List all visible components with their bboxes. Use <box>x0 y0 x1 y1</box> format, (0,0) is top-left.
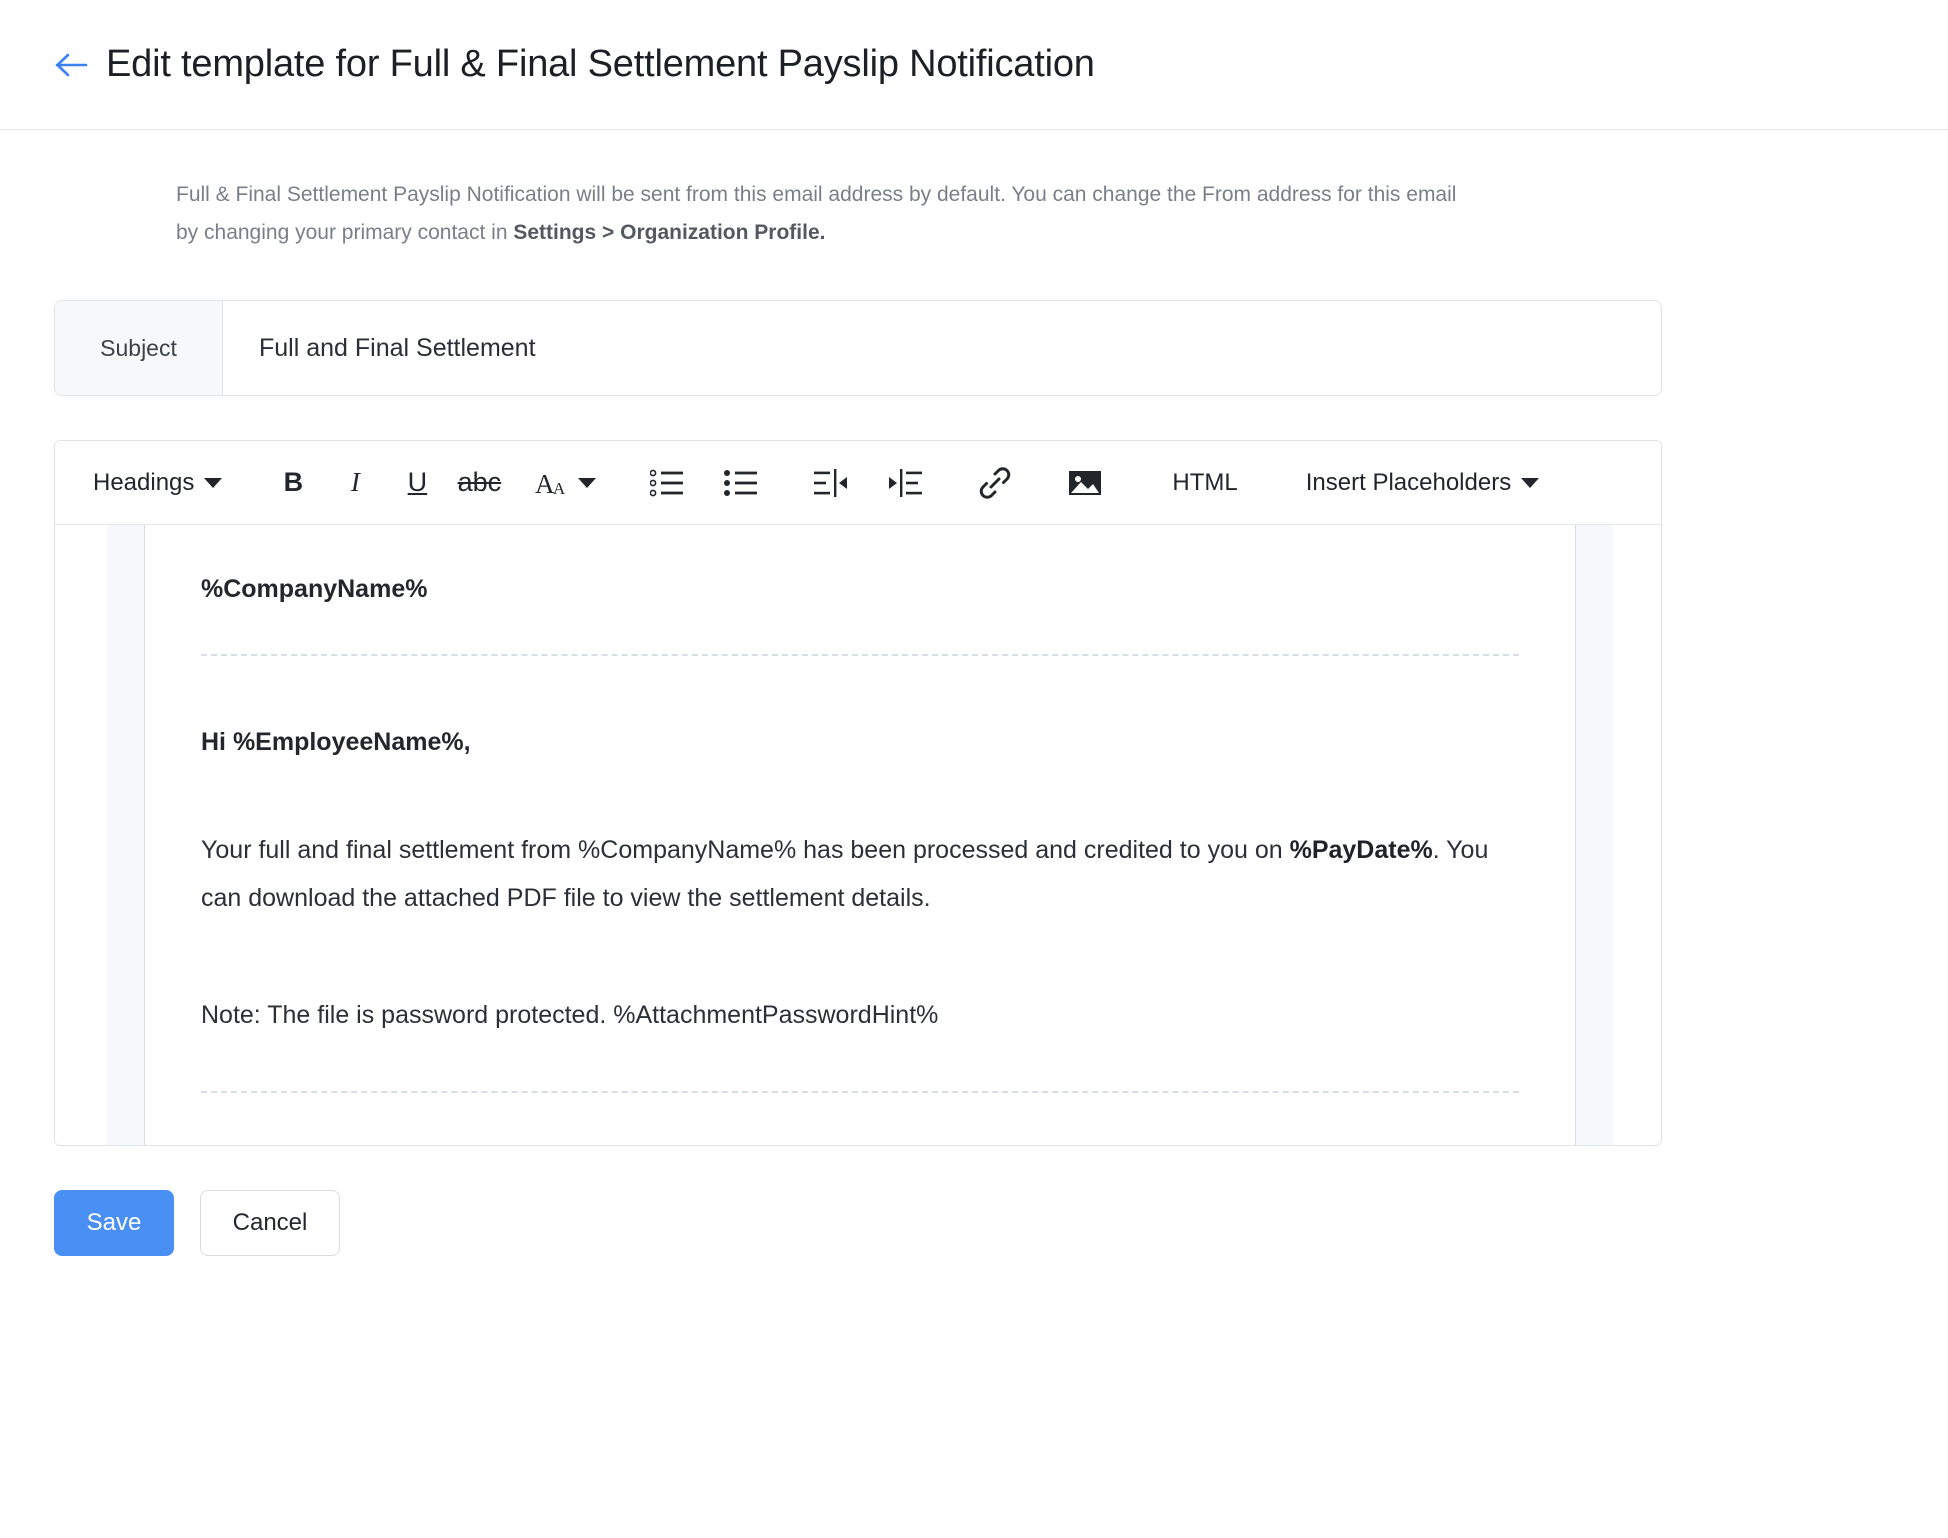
email-paydate-placeholder: %PayDate% <box>1289 836 1433 864</box>
svg-text:A: A <box>535 469 555 499</box>
strikethrough-icon[interactable]: abc <box>448 455 510 511</box>
link-icon[interactable] <box>964 455 1026 511</box>
email-paragraph-1: Your full and final settlement from %Com… <box>201 782 1519 922</box>
indent-icon[interactable] <box>874 455 936 511</box>
headings-label: Headings <box>93 468 195 496</box>
strikethrough-label: abc <box>457 467 502 497</box>
description-text: Full & Final Settlement Payslip Notifica… <box>0 130 1480 252</box>
underline-icon[interactable]: U <box>386 455 448 511</box>
description-emphasis: Settings > Organization Profile. <box>513 221 826 244</box>
email-left-rail <box>107 525 145 1145</box>
email-document[interactable]: %CompanyName% Hi %EmployeeName%, Your fu… <box>145 525 1575 1145</box>
underline-label: U <box>407 467 428 497</box>
subject-row: Subject <box>54 300 1662 396</box>
editor-toolbar: Headings B I U abc A A HTML Insert Place… <box>55 441 1661 525</box>
chevron-down-icon <box>1521 477 1540 488</box>
email-greeting: Hi %EmployeeName%, <box>201 728 471 756</box>
arrow-left-icon[interactable] <box>52 45 92 85</box>
bold-icon[interactable]: B <box>262 455 324 511</box>
email-note: Note: The file is password protected. %A… <box>201 1001 939 1029</box>
html-label: HTML <box>1172 468 1238 496</box>
ordered-list-icon[interactable] <box>636 455 698 511</box>
chevron-down-icon <box>577 477 596 488</box>
page-title: Edit template for Full & Final Settlemen… <box>106 43 1095 85</box>
email-body-editor[interactable]: %CompanyName% Hi %EmployeeName%, Your fu… <box>55 525 1661 1145</box>
subject-input[interactable] <box>223 301 1661 395</box>
svg-text:A: A <box>553 479 566 498</box>
insert-placeholders-label: Insert Placeholders <box>1305 468 1512 496</box>
image-icon[interactable] <box>1054 455 1116 511</box>
subject-label: Subject <box>55 301 223 395</box>
unordered-list-icon[interactable] <box>710 455 772 511</box>
headings-dropdown[interactable]: Headings <box>81 455 234 511</box>
rich-text-editor: Headings B I U abc A A HTML Insert Place… <box>54 440 1662 1146</box>
chevron-down-icon <box>204 477 223 488</box>
email-company-name: %CompanyName% <box>201 575 428 603</box>
font-style-icon[interactable]: A A <box>522 455 608 511</box>
cancel-button[interactable]: Cancel <box>200 1190 340 1256</box>
content-area: Full & Final Settlement Payslip Notifica… <box>0 130 1948 1256</box>
outdent-icon[interactable] <box>800 455 862 511</box>
bold-label: B <box>283 467 304 497</box>
save-button[interactable]: Save <box>54 1190 174 1256</box>
italic-label: I <box>350 467 360 497</box>
email-para1-before: Your full and final settlement from %Com… <box>201 836 1290 864</box>
page-header: Edit template for Full & Final Settlemen… <box>0 0 1948 130</box>
form-actions: Save Cancel <box>54 1190 1948 1256</box>
italic-icon[interactable]: I <box>324 455 386 511</box>
email-right-rail <box>1575 525 1613 1145</box>
insert-placeholders-dropdown[interactable]: Insert Placeholders <box>1294 455 1551 511</box>
html-icon[interactable]: HTML <box>1160 455 1249 511</box>
email-regards: Regards, <box>201 1093 1519 1145</box>
